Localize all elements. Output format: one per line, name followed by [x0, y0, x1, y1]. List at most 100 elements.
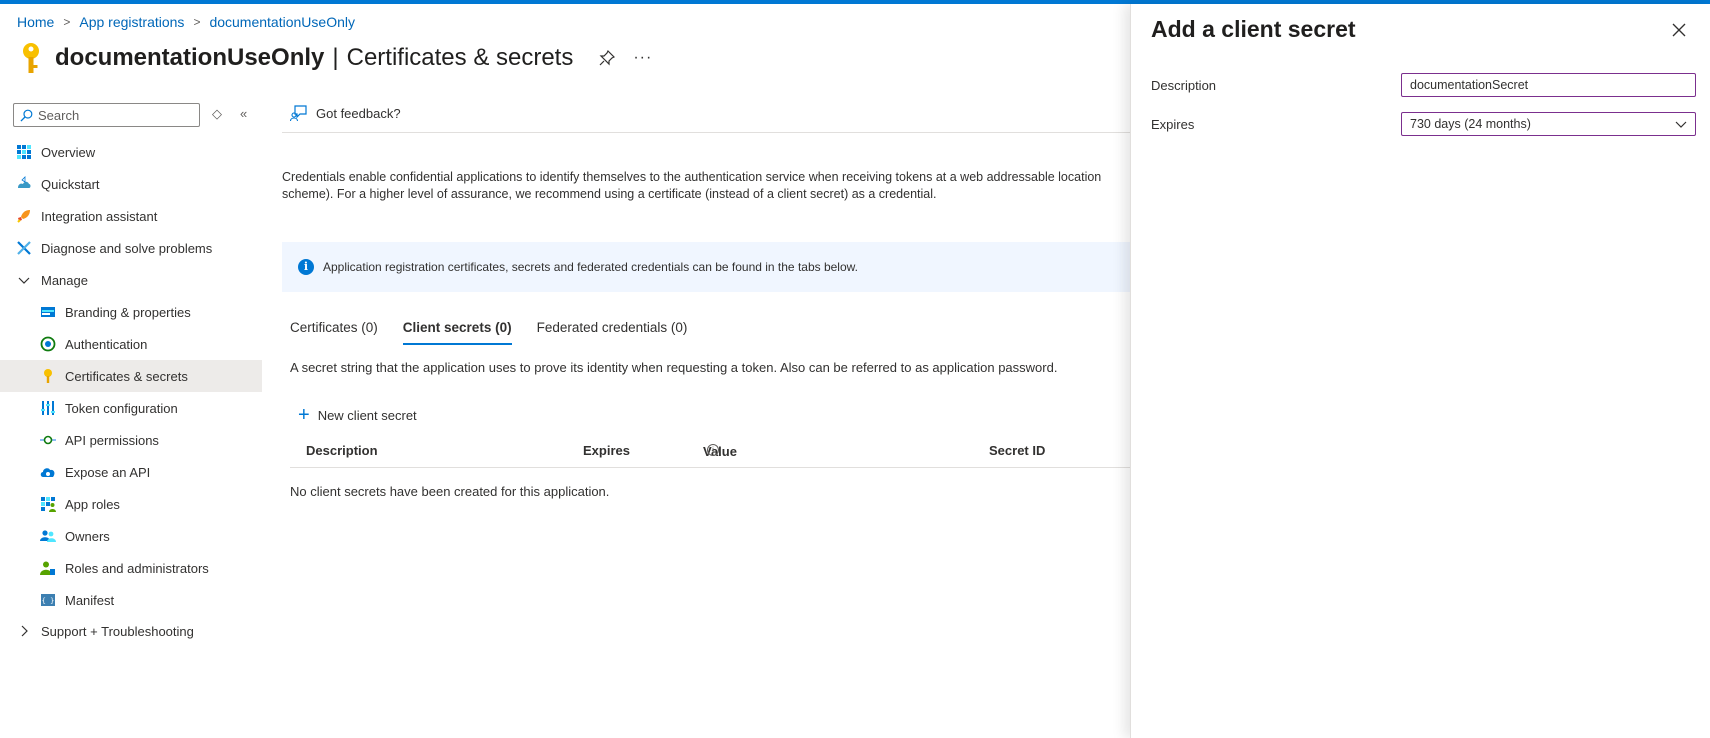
owners-icon: [40, 530, 56, 542]
intro-text: Credentials enable confidential applicat…: [282, 169, 1130, 203]
expires-dropdown[interactable]: 730 days (24 months): [1401, 112, 1696, 136]
breadcrumb-home[interactable]: Home: [17, 14, 54, 30]
info-icon[interactable]: i: [707, 444, 719, 456]
tab-description: A secret string that the application use…: [290, 360, 1058, 375]
column-header-secret-id[interactable]: Secret ID: [989, 443, 1045, 458]
new-client-secret-label: New client secret: [317, 407, 417, 423]
column-header-description[interactable]: Description: [306, 443, 378, 458]
overview-icon: [17, 145, 31, 159]
search-placeholder: Search: [38, 107, 80, 123]
authentication-icon: [40, 336, 56, 352]
sidebar-item-label: Support + Troubleshooting: [41, 623, 194, 639]
branding-icon: [41, 307, 55, 317]
sidebar-item-app-roles[interactable]: App roles: [0, 488, 262, 520]
description-value: documentationSecret: [1410, 78, 1529, 92]
sidebar-group-support[interactable]: Support + Troubleshooting: [0, 615, 262, 647]
sidebar-item-overview[interactable]: Overview: [0, 136, 262, 168]
sidebar-item-manifest[interactable]: { } Manifest: [0, 584, 262, 616]
chevron-down-icon: [1675, 121, 1687, 128]
sidebar-item-label: API permissions: [65, 432, 159, 448]
chevron-down-icon: [18, 277, 30, 284]
key-icon: [23, 43, 39, 73]
plus-icon: +: [298, 404, 310, 426]
info-banner: i Application registration certificates,…: [282, 242, 1130, 292]
info-banner-text: Application registration certificates, s…: [323, 260, 858, 274]
panel-title: Add a client secret: [1151, 16, 1356, 42]
feedback-button[interactable]: Got feedback?: [290, 104, 401, 122]
breadcrumb: Home > App registrations > documentation…: [17, 14, 355, 30]
sidebar-item-label: Manifest: [65, 592, 115, 608]
intro-line-1: Credentials enable confidential applicat…: [282, 170, 1102, 184]
secrets-tabs: Certificates (0) Client secrets (0) Fede…: [290, 320, 712, 345]
more-options-icon[interactable]: ···: [633, 49, 652, 67]
chevron-right-icon: >: [193, 15, 201, 29]
search-icon: [20, 109, 33, 122]
sidebar-item-label: Quickstart: [41, 176, 100, 192]
sidebar-item-authentication[interactable]: Authentication: [0, 328, 262, 360]
sidebar-item-label: App roles: [65, 496, 120, 512]
expires-selected-value: 730 days (24 months): [1410, 117, 1531, 131]
sidebar-item-label: Expose an API: [65, 464, 151, 480]
sidebar-group-manage[interactable]: Manage: [0, 264, 262, 296]
page-title: Certificates & secrets: [346, 44, 574, 71]
sidebar-item-label: Integration assistant: [41, 208, 158, 224]
sidebar-item-owners[interactable]: Owners: [0, 520, 262, 552]
sidebar-item-label: Roles and administrators: [65, 560, 209, 576]
info-icon: i: [298, 259, 314, 275]
description-input[interactable]: documentationSecret: [1401, 73, 1696, 97]
description-label: Description: [1151, 78, 1217, 93]
sidebar-search-input[interactable]: Search: [13, 103, 200, 127]
wrench-icon: [17, 241, 31, 255]
app-roles-icon: [41, 497, 56, 512]
key-icon: [44, 369, 52, 383]
svg-text:{ }: { }: [42, 597, 55, 605]
sidebar-item-api-permissions[interactable]: API permissions: [0, 424, 262, 456]
sidebar-item-expose-api[interactable]: Expose an API: [0, 456, 262, 488]
new-client-secret-button[interactable]: + New client secret: [298, 404, 417, 426]
secrets-table-header: Description Expires Value i Secret ID: [290, 442, 1130, 468]
sidebar-item-label: Authentication: [65, 336, 148, 352]
sidebar-item-label: Diagnose and solve problems: [41, 240, 213, 256]
sidebar-item-token-configuration[interactable]: Token configuration: [0, 392, 262, 424]
sidebar-item-label: Manage: [41, 272, 88, 288]
chevron-right-icon: >: [63, 15, 71, 29]
sidebar-item-label: Branding & properties: [65, 304, 191, 320]
sidebar-item-quickstart[interactable]: Quickstart: [0, 168, 262, 200]
manifest-icon: { }: [41, 594, 55, 606]
collapse-sidebar-icon[interactable]: «: [240, 106, 247, 121]
breadcrumb-app[interactable]: documentationUseOnly: [209, 14, 355, 30]
tab-federated-credentials[interactable]: Federated credentials (0): [537, 320, 688, 345]
sidebar-item-label: Certificates & secrets: [65, 368, 188, 384]
sidebar-item-roles-administrators[interactable]: Roles and administrators: [0, 552, 262, 584]
column-header-expires[interactable]: Expires: [583, 443, 630, 458]
intro-line-2: scheme). For a higher level of assurance…: [282, 187, 937, 201]
page-title-app: documentationUseOnly: [55, 44, 325, 71]
token-icon: [41, 401, 55, 415]
sidebar-item-label: Owners: [65, 528, 110, 544]
title-separator: |: [332, 44, 339, 71]
sidebar-item-integration-assistant[interactable]: Integration assistant: [0, 200, 262, 232]
sidebar-item-label: Overview: [41, 144, 96, 160]
breadcrumb-app-registrations[interactable]: App registrations: [79, 14, 184, 30]
chevron-right-icon: [21, 625, 28, 637]
tab-certificates[interactable]: Certificates (0): [290, 320, 378, 345]
cloud-icon: [40, 468, 55, 477]
api-permissions-icon: [40, 435, 56, 445]
pin-icon[interactable]: [599, 50, 616, 66]
tab-client-secrets[interactable]: Client secrets (0): [402, 320, 512, 345]
sidebar-item-label: Token configuration: [65, 400, 178, 416]
quickstart-icon: [18, 176, 31, 188]
roles-icon: [40, 561, 55, 575]
feedback-icon: [290, 105, 307, 122]
expires-label: Expires: [1151, 117, 1195, 132]
rocket-icon: [17, 210, 30, 223]
page-header: documentationUseOnly | Certificates & se…: [18, 40, 652, 76]
sidebar-item-branding[interactable]: Branding & properties: [0, 296, 262, 328]
feedback-label: Got feedback?: [316, 105, 401, 121]
close-icon[interactable]: [1671, 22, 1687, 38]
toolbar-divider: [282, 132, 1130, 133]
add-client-secret-panel: Add a client secret Description document…: [1130, 4, 1710, 738]
sort-icon[interactable]: ◇: [212, 106, 222, 122]
sidebar-item-diagnose[interactable]: Diagnose and solve problems: [0, 232, 262, 264]
sidebar-item-certificates-secrets[interactable]: Certificates & secrets: [0, 360, 262, 392]
